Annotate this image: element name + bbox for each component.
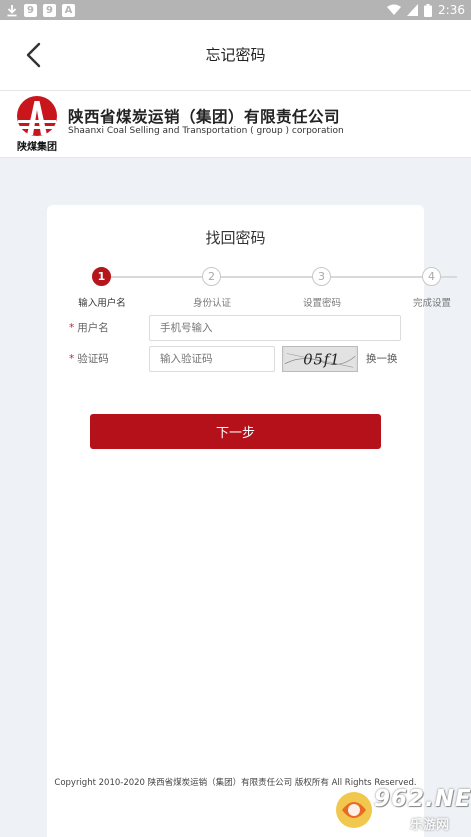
next-step-button[interactable]: 下一步 xyxy=(90,414,381,449)
username-row: * 用户名 xyxy=(47,315,424,341)
captcha-image[interactable]: 05f1 xyxy=(282,346,358,372)
required-mark: * xyxy=(69,322,75,334)
watermark-site: 乐游网 xyxy=(410,818,450,833)
step-connector xyxy=(101,276,211,278)
refresh-captcha-link[interactable]: 换一换 xyxy=(366,351,398,366)
captcha-row: *验证码 05f1 换一换 xyxy=(47,346,424,372)
step-2-indicator: 2 xyxy=(202,267,221,286)
wifi-icon xyxy=(387,4,402,15)
required-mark: * xyxy=(69,353,75,365)
step-3-label: 设置密码 xyxy=(302,298,342,309)
card-title: 找回密码 xyxy=(205,229,266,247)
watermark-number: 962.NET xyxy=(374,786,471,812)
step-4-label: 完成设置 xyxy=(412,298,452,309)
captcha-label: * 验证码 xyxy=(69,351,109,366)
battery-icon xyxy=(424,3,433,17)
page-title: 忘记密码 xyxy=(205,46,266,64)
username-input[interactable] xyxy=(149,315,401,341)
download-icon xyxy=(7,4,17,16)
clock: 2:36 xyxy=(438,3,465,17)
username-label: * 用户名 xyxy=(69,320,109,335)
notification-a-icon: A xyxy=(62,3,75,17)
step-1-label: 输入用户名 xyxy=(78,298,126,309)
status-bar: 9 9 A 2:36 xyxy=(0,0,471,20)
step-2-label: 身份认证 xyxy=(192,298,232,309)
notification-icons: 9 9 A xyxy=(6,3,75,17)
notification-9-icon: 9 xyxy=(43,3,56,17)
captcha-label-text: 验证码 xyxy=(77,353,109,365)
company-name-en: Shaanxi Coal Selling and Transportation … xyxy=(68,126,344,136)
step-3-indicator: 3 xyxy=(312,267,331,286)
app-bar: 忘记密码 xyxy=(0,20,471,91)
signal-icon xyxy=(407,4,419,16)
notification-9-icon: 9 xyxy=(24,3,37,17)
username-label-text: 用户名 xyxy=(77,322,109,334)
brand-header: 陕煤集团 陕西省煤炭运销（集团）有限责任公司 Shaanxi Coal Sell… xyxy=(0,91,471,158)
progress-steps: 1 2 3 4 输入用户名 身份认证 设置密码 完成设置 xyxy=(47,265,471,315)
captcha-input[interactable] xyxy=(149,346,275,372)
logo-caption: 陕煤集团 xyxy=(17,140,57,153)
step-4-indicator: 4 xyxy=(422,267,441,286)
captcha-text: 05f1 xyxy=(303,352,340,369)
watermark-logo-icon xyxy=(336,792,372,828)
company-name-cn: 陕西省煤炭运销（集团）有限责任公司 xyxy=(68,108,341,126)
reset-password-card: 找回密码 1 2 3 4 输入用户名 身份认证 设置密码 完成设置 *用户名 *… xyxy=(47,205,457,837)
company-logo-icon: 陕煤集团 xyxy=(17,96,57,153)
step-connector xyxy=(211,276,321,278)
watermark: 962.NET 乐游网 xyxy=(330,786,471,834)
step-1-indicator: 1 xyxy=(92,267,111,286)
